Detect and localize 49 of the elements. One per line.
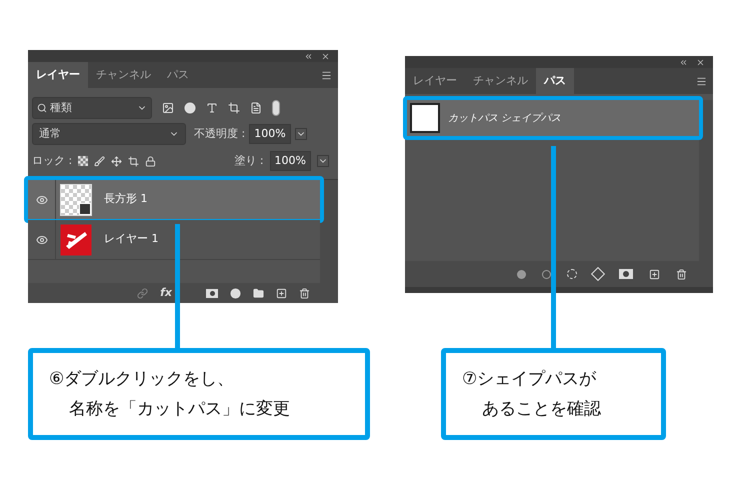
mask-icon[interactable] [206, 288, 218, 298]
fx-button[interactable]: fx [160, 284, 172, 302]
new-path-icon[interactable] [649, 268, 660, 280]
new-layer-icon[interactable] [276, 288, 287, 298]
close-icon[interactable] [321, 52, 330, 60]
callout-text: ⑥ダブルクリックをし、 [48, 368, 236, 391]
layer-name: 長方形 1 [104, 191, 148, 208]
panel-tab[interactable]: パス [536, 68, 574, 94]
fill-path-icon[interactable] [517, 270, 526, 278]
search-icon [37, 103, 47, 113]
fill-label: 塗り : [234, 152, 264, 169]
layer-name: レイヤー 1 [104, 231, 158, 248]
layer-row[interactable]: レイヤー 1 [28, 220, 320, 260]
path-thumbnail [410, 103, 440, 133]
work-path-icon[interactable] [590, 266, 606, 282]
path-name: カットパス シェイプパス [448, 112, 562, 126]
blend-mode-dropdown[interactable]: 通常 [32, 123, 186, 145]
brush-icon[interactable] [94, 156, 106, 166]
panel-tab[interactable]: レイヤー [28, 62, 88, 88]
menu-icon[interactable] [696, 76, 707, 86]
eye-icon[interactable] [36, 194, 48, 206]
trash-icon[interactable] [299, 288, 310, 298]
chevron-icon[interactable] [294, 128, 307, 140]
shape-thumbnail [60, 184, 92, 216]
lock-icon[interactable] [145, 156, 156, 166]
collapse-icon[interactable] [679, 58, 688, 66]
fill-field[interactable]: 100% [270, 151, 311, 171]
menu-icon[interactable] [321, 70, 332, 80]
close-icon[interactable] [696, 58, 705, 66]
type-icon[interactable] [206, 102, 218, 114]
opacity-label: 不透明度 : [194, 126, 246, 142]
callout-text: 名称を「カットパス」に変更 [68, 398, 291, 421]
image-icon[interactable] [162, 102, 174, 114]
lock-label: ロック : [32, 152, 72, 169]
trash-icon[interactable] [676, 268, 687, 280]
mask-icon[interactable] [619, 269, 633, 279]
opacity-field[interactable]: 100% [249, 124, 291, 144]
eye-icon[interactable] [36, 234, 48, 246]
link-icon[interactable] [137, 288, 148, 298]
chevron-icon[interactable] [317, 155, 329, 167]
collapse-icon[interactable] [304, 52, 313, 60]
callout-text: あることを確認 [481, 398, 602, 421]
filter-toggle[interactable] [272, 100, 280, 116]
checker-icon[interactable] [78, 156, 88, 166]
callout-text: ⑦シェイプパスが [461, 368, 598, 391]
folder-icon[interactable] [253, 288, 264, 298]
move-icon[interactable] [111, 156, 122, 166]
selection-icon[interactable] [567, 269, 577, 279]
filter-dropdown[interactable]: 種類 [32, 97, 152, 119]
